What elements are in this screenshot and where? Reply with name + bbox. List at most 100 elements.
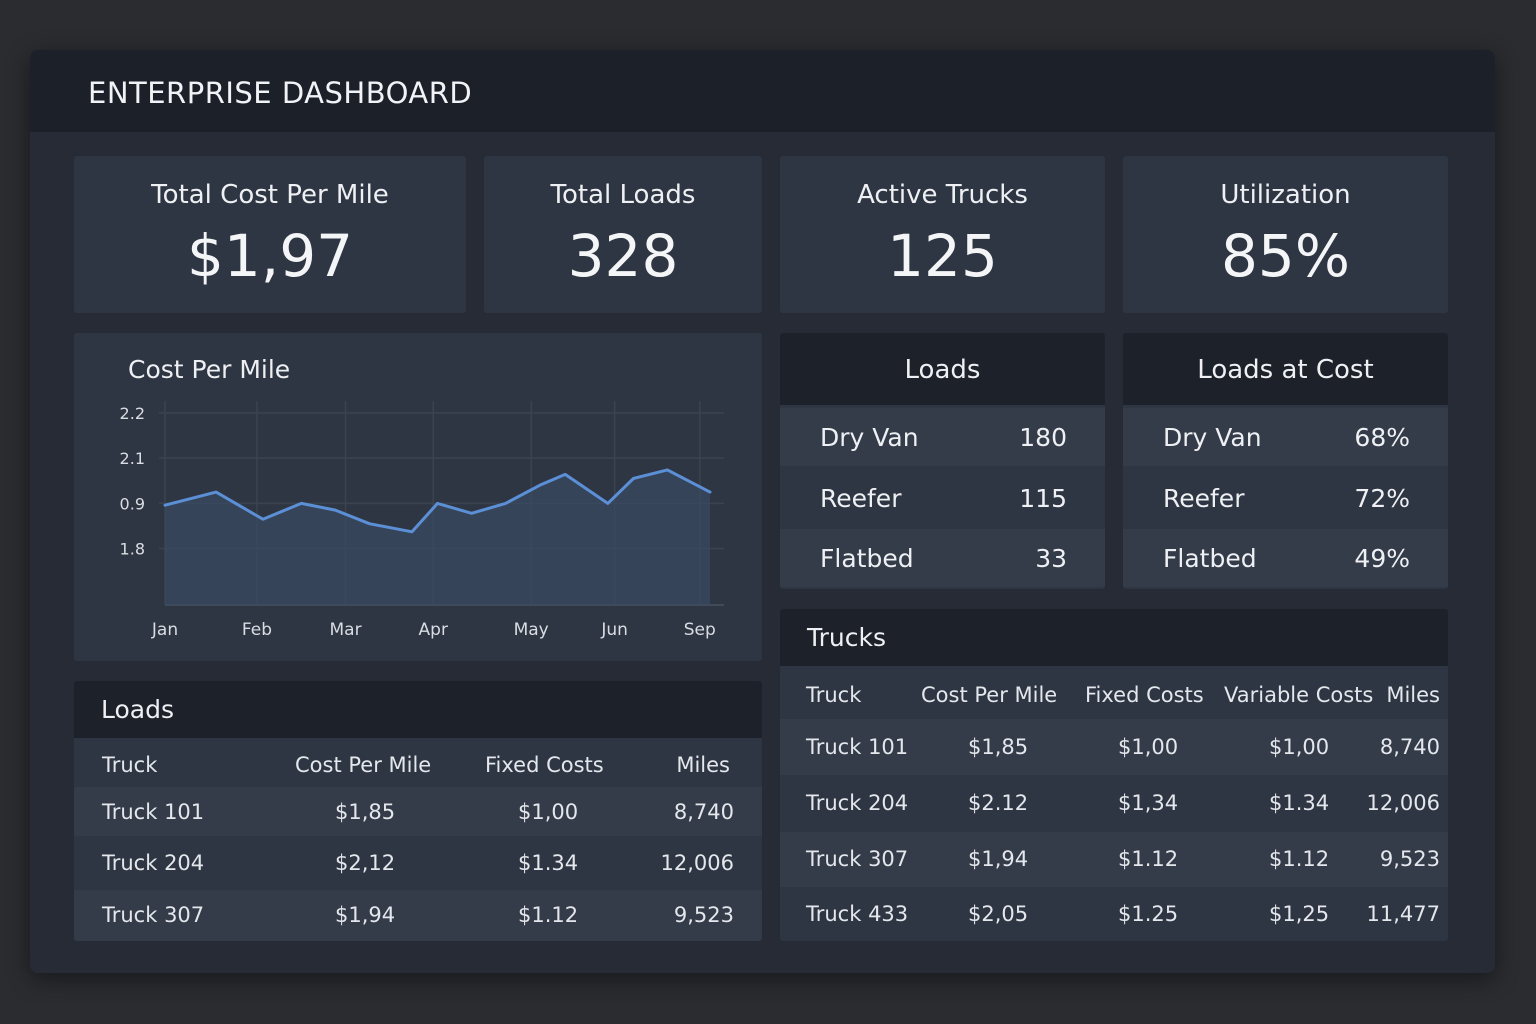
cell-fixed-costs: $1.25: [1118, 902, 1179, 926]
cell-truck: Truck 307: [806, 847, 909, 871]
column-header-truck: Truck: [806, 683, 862, 707]
y-tick-label: 1.8: [120, 540, 145, 559]
dashboard-window: ENTERPRISE DASHBOARD Total Cost Per Mile…: [30, 50, 1495, 973]
app-header: ENTERPRISE DASHBOARD: [30, 50, 1495, 132]
load-type-label: Reefer: [820, 484, 902, 513]
cell-fixed-costs: $1.34: [518, 851, 579, 875]
cell-truck: Truck 204: [806, 791, 909, 815]
panel-title: Loads: [101, 695, 174, 724]
panel-header: Loads: [780, 333, 1105, 405]
load-count: 115: [1019, 484, 1067, 513]
load-percent: 72%: [1354, 484, 1410, 513]
panel-title: Loads at Cost: [1197, 355, 1374, 385]
list-item: Dry Van 180: [780, 408, 1105, 466]
kpi-label: Total Loads: [550, 180, 696, 210]
panel-header: Loads: [74, 681, 762, 738]
series-area: [165, 469, 710, 605]
cell-variable-costs: $1.34: [1269, 791, 1330, 815]
chart-panel-cost-per-mile: Cost Per Mile 2.2 2.1 0.9 1.8 Jan Feb Mar Apr Ma…: [74, 333, 762, 661]
panel-header: Loads at Cost: [1123, 333, 1448, 405]
load-type-label: Dry Van: [820, 423, 919, 452]
cell-fixed-costs: $1,00: [1118, 735, 1179, 759]
column-header-fixed-costs: Fixed Costs: [1085, 683, 1204, 707]
panel-title: Loads: [904, 355, 981, 385]
kpi-value: 85%: [1221, 222, 1350, 290]
list-item: Reefer 115: [780, 469, 1105, 527]
x-tick-label: Apr: [419, 620, 448, 640]
kpi-card-cost-per-mile: Total Cost Per Mile $1,97: [74, 156, 466, 313]
x-tick-label: May: [514, 620, 549, 640]
load-count: 180: [1019, 423, 1067, 452]
x-tick-label: Feb: [242, 620, 272, 640]
kpi-value: 125: [887, 222, 998, 290]
y-tick-label: 2.2: [120, 404, 145, 423]
table-row: Truck 433 $2,05 $1.25 $1,25 11,477: [780, 888, 1448, 941]
cell-cost-per-mile: $2,05: [968, 902, 1029, 926]
table-row: Truck 204 $2,12 $1.34 12,006: [74, 837, 762, 889]
x-tick-label: Jan: [151, 620, 178, 640]
y-tick-label: 0.9: [120, 494, 145, 513]
cell-truck: Truck 307: [102, 903, 205, 927]
load-percent: 68%: [1354, 423, 1410, 452]
column-header-cost-per-mile: Cost Per Mile: [295, 753, 432, 777]
page-title: ENTERPRISE DASHBOARD: [88, 76, 473, 110]
kpi-label: Total Cost Per Mile: [151, 180, 389, 210]
loads-summary-panel: Loads Dry Van 180 Reefer 115 Flatbed 33: [780, 333, 1105, 589]
x-tick-label: Sep: [684, 620, 716, 640]
kpi-card-utilization: Utilization 85%: [1123, 156, 1448, 313]
cell-cost-per-mile: $1,85: [968, 735, 1029, 759]
cell-miles: 12,006: [1366, 791, 1440, 815]
kpi-label: Utilization: [1220, 180, 1351, 210]
cell-truck: Truck 204: [102, 851, 205, 875]
cell-truck: Truck 433: [806, 902, 909, 926]
cell-fixed-costs: $1,00: [518, 800, 579, 824]
cell-miles: 8,740: [1379, 735, 1440, 759]
load-count: 33: [1035, 544, 1067, 573]
cell-fixed-costs: $1.12: [518, 903, 579, 927]
cell-cost-per-mile: $2,12: [335, 851, 396, 875]
load-type-label: Reefer: [1163, 484, 1245, 513]
column-header-variable-costs: Variable Costs: [1224, 683, 1374, 707]
loads-table-panel: Loads Truck Cost Per Mile Fixed Costs Mi…: [74, 681, 762, 941]
load-percent: 49%: [1354, 544, 1410, 573]
cell-variable-costs: $1,25: [1269, 902, 1330, 926]
cell-miles: 9,523: [1379, 847, 1440, 871]
column-header-truck: Truck: [102, 753, 158, 777]
trucks-table-panel: Trucks Truck Cost Per Mile Fixed Costs V…: [780, 609, 1448, 941]
kpi-label: Active Trucks: [857, 180, 1028, 210]
cell-miles: 11,477: [1366, 902, 1440, 926]
load-type-label: Flatbed: [1163, 544, 1257, 573]
y-tick-label: 2.1: [120, 449, 145, 468]
column-header-miles: Miles: [1386, 683, 1440, 707]
cell-cost-per-mile: $2.12: [968, 791, 1029, 815]
load-type-label: Dry Van: [1163, 423, 1262, 452]
table-row: Truck 307 $1,94 $1.12 $1.12 9,523: [780, 832, 1448, 887]
cell-fixed-costs: $1,34: [1118, 791, 1179, 815]
table-row: Truck 307 $1,94 $1.12 9,523: [74, 890, 762, 941]
cell-truck: Truck 101: [806, 735, 909, 759]
panel-title: Trucks: [807, 623, 886, 652]
load-type-label: Flatbed: [820, 544, 914, 573]
list-item: Reefer 72%: [1123, 469, 1448, 527]
x-tick-label: Jun: [600, 620, 628, 640]
cell-variable-costs: $1.12: [1269, 847, 1330, 871]
table-row: Truck 101 $1,85 $1,00 $1,00 8,740: [780, 719, 1448, 775]
cell-miles: 8,740: [673, 800, 734, 824]
cost-per-mile-chart: 2.2 2.1 0.9 1.8 Jan Feb Mar Apr May Jun Sep: [120, 401, 724, 640]
kpi-value: 328: [567, 222, 679, 290]
list-item: Flatbed 33: [780, 529, 1105, 587]
loads-at-cost-panel: Loads at Cost Dry Van 68% Reefer 72% Fla…: [1123, 333, 1448, 589]
kpi-card-active-trucks: Active Trucks 125: [780, 156, 1105, 313]
list-item: Flatbed 49%: [1123, 529, 1448, 587]
table-row: Truck 101 $1,85 $1,00 8,740: [74, 787, 762, 836]
cell-cost-per-mile: $1,94: [335, 903, 396, 927]
table-row: Truck 204 $2.12 $1,34 $1.34 12,006: [780, 776, 1448, 831]
list-item: Dry Van 68%: [1123, 408, 1448, 466]
kpi-value: $1,97: [186, 222, 354, 290]
cell-truck: Truck 101: [102, 800, 205, 824]
x-tick-label: Mar: [329, 620, 361, 640]
cell-variable-costs: $1,00: [1269, 735, 1330, 759]
kpi-card-total-loads: Total Loads 328: [484, 156, 762, 313]
cell-miles: 9,523: [673, 903, 734, 927]
cell-fixed-costs: $1.12: [1118, 847, 1179, 871]
